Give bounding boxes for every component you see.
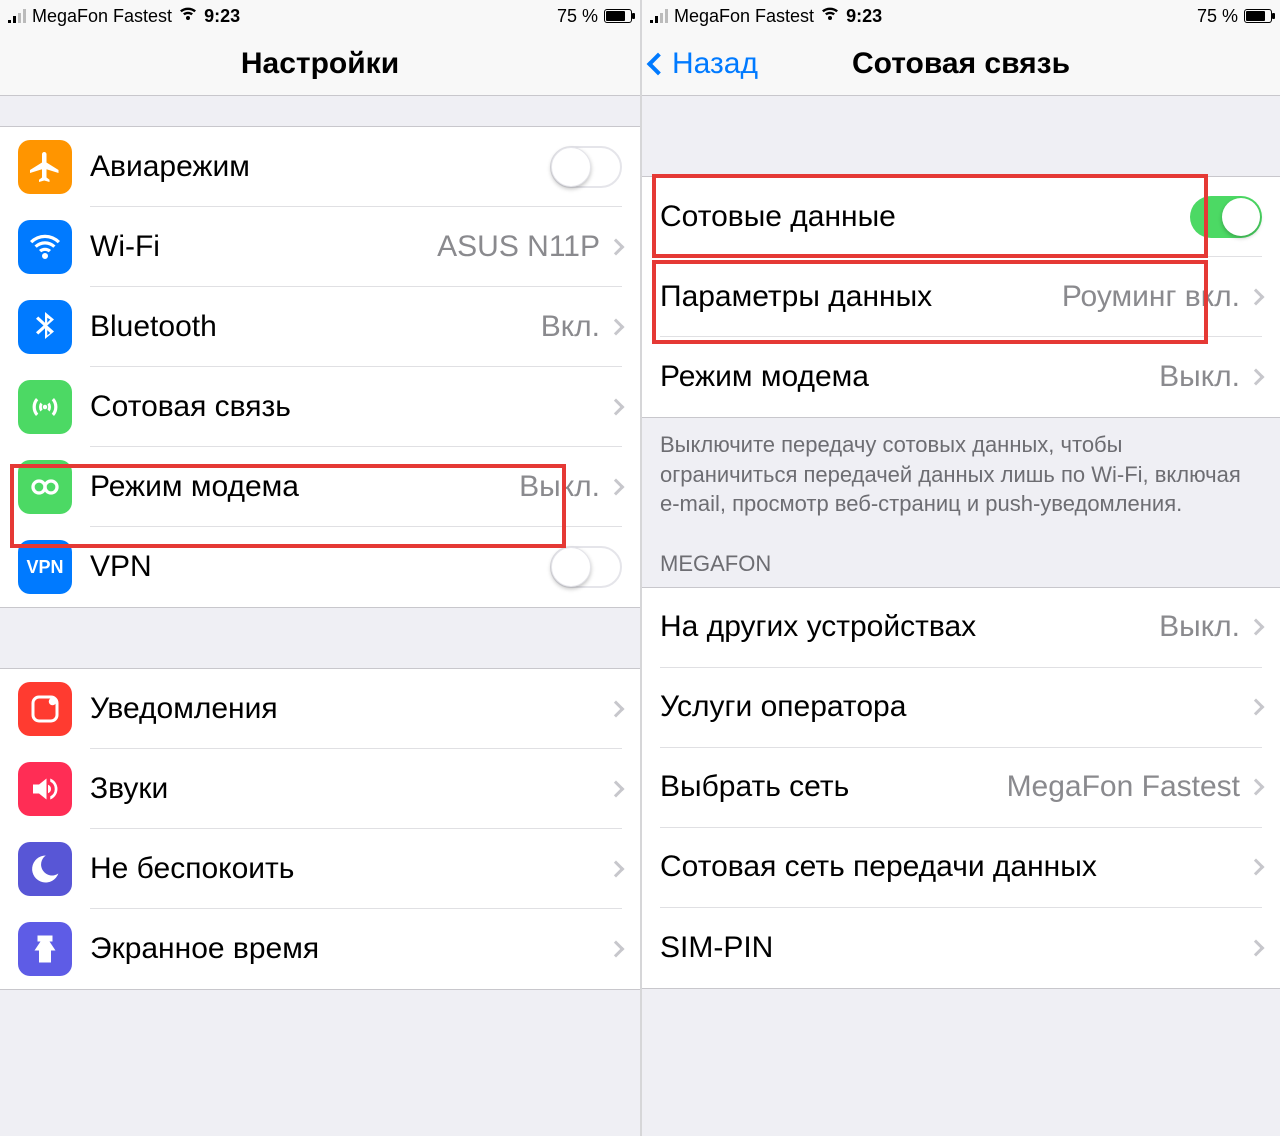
row-label: Не беспокоить	[90, 852, 610, 886]
row-personal-hotspot[interactable]: Режим модема Выкл.	[642, 337, 1280, 417]
carrier-name: MegaFon Fastest	[32, 6, 172, 27]
wifi-settings-icon	[18, 220, 72, 274]
airplane-toggle[interactable]	[550, 146, 622, 188]
notifications-icon	[18, 682, 72, 736]
chevron-right-icon	[608, 238, 625, 255]
row-airplane-mode[interactable]: Авиарежим	[0, 127, 640, 207]
status-bar: MegaFon Fastest 9:23 75 %	[0, 0, 640, 32]
carrier-name: MegaFon Fastest	[674, 6, 814, 27]
row-cellular-data-network[interactable]: Сотовая сеть передачи данных	[642, 828, 1280, 908]
row-hotspot[interactable]: Режим модема Выкл.	[0, 447, 640, 527]
sounds-icon	[18, 762, 72, 816]
cellular-pane: MegaFon Fastest 9:23 75 % Назад Сотовая …	[640, 0, 1280, 1136]
row-cellular[interactable]: Сотовая связь	[0, 367, 640, 447]
hotspot-icon	[18, 460, 72, 514]
row-detail: Роуминг вкл.	[1062, 280, 1240, 314]
wifi-icon	[178, 6, 198, 27]
chevron-right-icon	[1248, 939, 1265, 956]
row-label: Авиарежим	[90, 150, 550, 184]
chevron-right-icon	[608, 398, 625, 415]
battery-percent: 75 %	[1197, 6, 1238, 27]
chevron-right-icon	[608, 318, 625, 335]
battery-icon	[1244, 9, 1272, 23]
chevron-right-icon	[608, 700, 625, 717]
row-label: Сотовая сеть передачи данных	[660, 850, 1250, 884]
status-time: 9:23	[846, 6, 882, 27]
page-title: Сотовая связь	[852, 47, 1070, 81]
row-on-other-devices[interactable]: На других устройствах Выкл.	[642, 588, 1280, 668]
row-dnd[interactable]: Не беспокоить	[0, 829, 640, 909]
chevron-right-icon	[1248, 619, 1265, 636]
cellular-icon	[18, 380, 72, 434]
row-label: Услуги оператора	[660, 690, 1250, 724]
nav-bar: Назад Сотовая связь	[642, 32, 1280, 96]
row-label: SIM-PIN	[660, 931, 1250, 965]
row-label: VPN	[90, 550, 550, 584]
row-detail: ASUS N11P	[437, 230, 600, 264]
chevron-right-icon	[608, 860, 625, 877]
chevron-right-icon	[608, 780, 625, 797]
settings-pane: MegaFon Fastest 9:23 75 % Настройки Ави	[0, 0, 640, 1136]
row-label: Режим модема	[90, 470, 519, 504]
row-wifi[interactable]: Wi-Fi ASUS N11P	[0, 207, 640, 287]
section-header: MEGAFON	[642, 531, 1280, 587]
chevron-right-icon	[1248, 859, 1265, 876]
row-label: Сотовая связь	[90, 390, 610, 424]
chevron-left-icon	[647, 52, 670, 75]
row-label: Уведомления	[90, 692, 610, 726]
row-label: Выбрать сеть	[660, 770, 1007, 804]
screentime-icon	[18, 922, 72, 976]
row-detail: Выкл.	[519, 470, 600, 504]
row-detail: Выкл.	[1159, 360, 1240, 394]
group-footer-text: Выключите передачу сотовых данных, чтобы…	[642, 418, 1280, 531]
row-detail: Выкл.	[1159, 610, 1240, 644]
row-label: Звуки	[90, 772, 610, 806]
vpn-icon: VPN	[18, 540, 72, 594]
row-network-selection[interactable]: Выбрать сеть MegaFon Fastest	[642, 748, 1280, 828]
row-label: Параметры данных	[660, 280, 1062, 314]
chevron-right-icon	[608, 941, 625, 958]
row-bluetooth[interactable]: Bluetooth Вкл.	[0, 287, 640, 367]
row-notifications[interactable]: Уведомления	[0, 669, 640, 749]
battery-percent: 75 %	[557, 6, 598, 27]
nav-bar: Настройки	[0, 32, 640, 96]
row-sounds[interactable]: Звуки	[0, 749, 640, 829]
chevron-right-icon	[608, 478, 625, 495]
wifi-icon	[820, 6, 840, 27]
chevron-right-icon	[1248, 369, 1265, 386]
battery-icon	[604, 9, 632, 23]
row-carrier-services[interactable]: Услуги оператора	[642, 668, 1280, 748]
chevron-right-icon	[1248, 699, 1265, 716]
row-detail: MegaFon Fastest	[1007, 770, 1240, 804]
row-vpn[interactable]: VPN VPN	[0, 527, 640, 607]
row-label: Сотовые данные	[660, 200, 1190, 234]
bluetooth-icon	[18, 300, 72, 354]
row-data-options[interactable]: Параметры данных Роуминг вкл.	[642, 257, 1280, 337]
airplane-icon	[18, 140, 72, 194]
row-detail: Вкл.	[541, 310, 600, 344]
back-button[interactable]: Назад	[650, 32, 758, 95]
row-label: Режим модема	[660, 360, 1159, 394]
signal-icon	[650, 9, 668, 23]
row-label: На других устройствах	[660, 610, 1159, 644]
vpn-toggle[interactable]	[550, 546, 622, 588]
status-bar: MegaFon Fastest 9:23 75 %	[642, 0, 1280, 32]
row-label: Wi-Fi	[90, 230, 437, 264]
row-cellular-data[interactable]: Сотовые данные	[642, 177, 1280, 257]
signal-icon	[8, 9, 26, 23]
row-screentime[interactable]: Экранное время	[0, 909, 640, 989]
back-label: Назад	[672, 47, 758, 81]
row-label: Bluetooth	[90, 310, 541, 344]
status-time: 9:23	[204, 6, 240, 27]
chevron-right-icon	[1248, 779, 1265, 796]
cellular-data-toggle[interactable]	[1190, 196, 1262, 238]
dnd-icon	[18, 842, 72, 896]
page-title: Настройки	[241, 47, 399, 81]
row-sim-pin[interactable]: SIM-PIN	[642, 908, 1280, 988]
chevron-right-icon	[1248, 288, 1265, 305]
row-label: Экранное время	[90, 932, 610, 966]
